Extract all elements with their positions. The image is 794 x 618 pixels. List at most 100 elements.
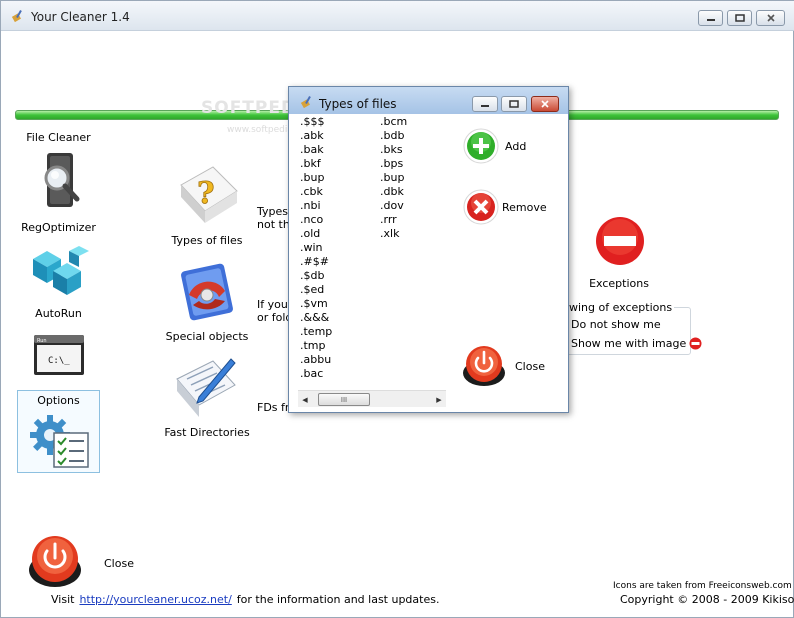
tool-types-of-files[interactable]: ? Types of files <box>161 165 253 250</box>
dialog-minimize-button[interactable] <box>472 96 498 112</box>
exceptions-option-hide[interactable]: Do not show me <box>571 318 661 331</box>
footer-visit: Visit http://yourcleaner.ucoz.net/ for t… <box>51 593 439 606</box>
maximize-icon <box>509 100 519 108</box>
file-type-item[interactable]: .bcm <box>380 115 407 129</box>
question-document-icon: ? <box>180 166 238 223</box>
file-type-item[interactable]: .nbi <box>300 199 332 213</box>
cubes-icon <box>33 246 89 295</box>
file-type-item[interactable]: .nco <box>300 213 332 227</box>
dialog-body: .$$$ .abk .bak .bkf .bup .cbk .nbi .nco .old .win… <box>295 114 563 407</box>
footer-visit-prefix: Visit <box>51 593 75 606</box>
file-type-item[interactable]: .win <box>300 241 332 255</box>
exceptions-group-title: wing of exceptions <box>567 301 675 314</box>
file-type-item[interactable]: .$db <box>300 269 332 283</box>
file-type-item[interactable]: .#$# <box>300 255 332 269</box>
add-button[interactable]: Add <box>463 128 526 164</box>
minimize-icon <box>706 19 715 21</box>
dialog-close-button[interactable] <box>531 96 559 112</box>
website-link[interactable]: http://yourcleaner.ucoz.net/ <box>79 593 231 606</box>
file-type-item[interactable]: .xlk <box>380 227 407 241</box>
dialog-maximize-button[interactable] <box>501 96 527 112</box>
title-bar[interactable]: Your Cleaner 1.4 <box>1 1 794 31</box>
maximize-icon <box>734 14 745 22</box>
remove-button[interactable]: Remove <box>463 189 547 225</box>
file-type-item[interactable]: .bks <box>380 143 407 157</box>
file-type-item[interactable]: .dbk <box>380 185 407 199</box>
footer-visit-suffix: for the information and last updates. <box>236 593 440 606</box>
close-icon <box>541 100 549 108</box>
sidebar-item-options[interactable]: Options <box>17 390 100 473</box>
svg-text:?: ? <box>197 176 215 211</box>
close-icon <box>766 14 775 22</box>
minimize-icon <box>481 105 489 107</box>
types-of-files-dialog: Types of files .$$$ .abk .bak .bkf .bup .cbk.… <box>288 86 569 413</box>
run-window-icon: C:\_ Run <box>34 335 84 375</box>
tool-label: Types of files <box>171 234 243 247</box>
sidebar-item-file-cleaner[interactable]: File Cleaner <box>17 131 100 219</box>
remove-icon <box>463 189 499 225</box>
document-pen-icon <box>176 358 236 417</box>
remove-label: Remove <box>502 200 547 214</box>
scroll-thumb[interactable]: III <box>318 393 370 406</box>
file-type-item[interactable]: .abbu <box>300 353 332 367</box>
no-entry-small-icon <box>689 337 702 349</box>
dialog-title-bar[interactable]: Types of files <box>289 87 568 114</box>
file-type-item[interactable]: .bps <box>380 157 407 171</box>
file-types-list[interactable]: .$$$ .abk .bak .bkf .bup .cbk .nbi .nco .old .win… <box>298 114 446 407</box>
file-type-item[interactable]: .temp <box>300 325 332 339</box>
sidebar-item-regoptimizer[interactable]: RegOptimizer <box>17 221 100 301</box>
close-label: Close <box>104 557 134 570</box>
tool-desc-line: Types <box>257 205 288 218</box>
tool-fast-directories[interactable]: Fast Directories <box>161 355 253 440</box>
sidebar-item-autorun[interactable]: AutoRun C:\_ Run <box>17 307 100 385</box>
close-window-button[interactable] <box>756 10 785 26</box>
exceptions-button[interactable]: Exceptions <box>581 215 657 291</box>
special-objects-icon <box>181 263 233 321</box>
sidebar-item-label: Options <box>37 394 80 407</box>
icons-credit: Icons are taken from Freeiconsweb.com <box>613 581 792 591</box>
add-icon <box>463 128 499 164</box>
no-entry-icon <box>596 217 644 265</box>
tool-special-objects[interactable]: Special objects <box>161 261 253 346</box>
main-close-button[interactable]: Close <box>27 534 137 590</box>
file-type-item[interactable]: .abk <box>300 129 332 143</box>
power-icon <box>463 346 505 386</box>
file-type-item[interactable]: .&&& <box>300 311 332 325</box>
exceptions-option-show-image[interactable]: Show me with image <box>571 336 702 350</box>
file-type-item[interactable]: .bac <box>300 367 332 381</box>
scroll-right-icon[interactable]: ▶ <box>432 391 446 407</box>
dialog-close-action-button[interactable]: Close <box>461 344 545 388</box>
window-title: Your Cleaner 1.4 <box>31 10 130 24</box>
app-broom-icon <box>11 10 22 23</box>
scroll-left-icon[interactable]: ◀ <box>298 391 312 407</box>
sidebar-item-label: AutoRun <box>35 307 82 320</box>
tool-desc-line: If you <box>257 298 288 311</box>
file-type-item[interactable]: .bkf <box>300 157 332 171</box>
file-type-item[interactable]: .rrr <box>380 213 407 227</box>
maximize-button[interactable] <box>727 10 752 26</box>
dialog-close-label: Close <box>515 359 545 373</box>
scroll-thumb-grip: III <box>340 395 348 404</box>
file-type-item[interactable]: .old <box>300 227 332 241</box>
minimize-button[interactable] <box>698 10 723 26</box>
file-type-item[interactable]: .bak <box>300 143 332 157</box>
options-gear-icon <box>30 415 89 468</box>
file-type-item[interactable]: .bup <box>300 171 332 185</box>
horizontal-scrollbar[interactable]: ◀ III ▶ <box>298 390 446 407</box>
sidebar-item-label: File Cleaner <box>26 131 91 144</box>
file-type-item[interactable]: .$ed <box>300 283 332 297</box>
power-icon <box>29 536 81 587</box>
svg-text:Run: Run <box>37 338 47 344</box>
app-broom-icon <box>300 96 311 109</box>
copyright: Copyright © 2008 - 2009 Kikisoft <box>620 593 794 606</box>
file-type-item[interactable]: .bdb <box>380 129 407 143</box>
file-type-item[interactable]: .dov <box>380 199 407 213</box>
file-type-item[interactable]: .cbk <box>300 185 332 199</box>
tool-label: Special objects <box>165 330 249 343</box>
file-type-item[interactable]: .tmp <box>300 339 332 353</box>
sidebar-item-label: RegOptimizer <box>21 221 96 234</box>
file-type-item[interactable]: .$$$ <box>300 115 332 129</box>
exceptions-option-label: Show me with image <box>571 336 687 350</box>
file-type-item[interactable]: .bup <box>380 171 407 185</box>
file-type-item[interactable]: .$vm <box>300 297 332 311</box>
